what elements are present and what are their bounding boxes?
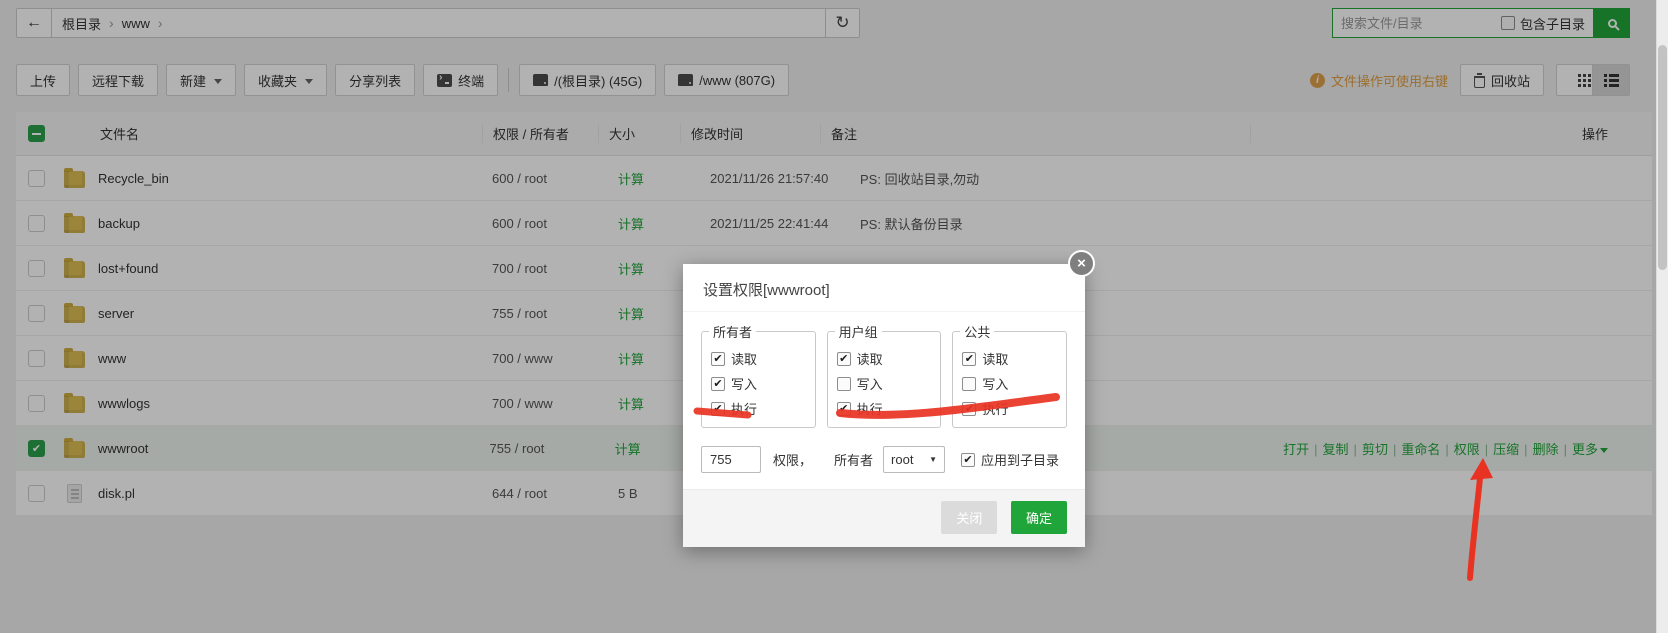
owner-exec-label: 执行 — [731, 402, 758, 417]
public-exec-label: 执行 — [982, 402, 1009, 417]
close-button[interactable]: × — [1068, 250, 1095, 277]
confirm-button[interactable]: 确定 — [1010, 501, 1067, 534]
group-exec-label: 执行 — [856, 402, 883, 417]
group-group-legend: 用户组 — [838, 325, 878, 340]
cancel-button[interactable]: 关闭 — [941, 501, 998, 534]
browser-scrollbar[interactable] — [1656, 0, 1668, 633]
owner-group: 所有者 读取 写入 执行 — [701, 322, 816, 428]
scrollbar-thumb[interactable] — [1658, 45, 1667, 270]
owner-label: 所有者 — [834, 453, 874, 468]
set-permission-dialog: × 设置权限[wwwroot] 所有者 读取 写入 执行 用户组 读取 写入 执… — [683, 250, 1095, 547]
permission-label: 权限， — [773, 453, 813, 468]
public-group: 公共 读取 写入 执行 — [952, 322, 1068, 428]
dialog-title: 设置权限[wwwroot] — [683, 264, 1085, 312]
apply-subdir-checkbox[interactable] — [961, 452, 976, 467]
group-write-checkbox[interactable] — [836, 376, 851, 391]
public-read-label: 读取 — [982, 352, 1009, 367]
group-read-checkbox[interactable] — [836, 351, 851, 366]
owner-read-label: 读取 — [731, 352, 758, 367]
owner-select-value: root — [891, 452, 914, 467]
owner-write-label: 写入 — [731, 377, 758, 392]
owner-read-checkbox[interactable] — [711, 351, 725, 366]
owner-exec-checkbox[interactable] — [711, 401, 725, 416]
apply-subdir-option: 应用到子目录 — [961, 450, 1059, 469]
group-exec-checkbox[interactable] — [836, 401, 851, 416]
owner-group-legend: 所有者 — [713, 325, 753, 340]
public-read-checkbox[interactable] — [962, 351, 977, 366]
group-read-label: 读取 — [856, 352, 883, 367]
public-group-legend: 公共 — [964, 325, 991, 340]
dropdown-arrow-icon: ▼ — [929, 455, 938, 464]
group-group: 用户组 读取 写入 执行 — [826, 322, 942, 428]
permission-groups: 所有者 读取 写入 执行 用户组 读取 写入 执行 公共 读取 写入 执行 — [701, 322, 1068, 428]
public-write-checkbox[interactable] — [962, 376, 977, 391]
permission-form-row: 权限， 所有者 root ▼ 应用到子目录 — [701, 446, 1067, 473]
group-write-label: 写入 — [856, 377, 883, 392]
owner-write-checkbox[interactable] — [711, 376, 725, 391]
permission-value-input[interactable] — [701, 446, 761, 473]
dialog-footer: 关闭 确定 — [683, 489, 1085, 547]
public-write-label: 写入 — [982, 377, 1009, 392]
close-icon: × — [1077, 255, 1086, 272]
public-exec-checkbox[interactable] — [962, 401, 977, 416]
owner-select[interactable]: root ▼ — [883, 446, 946, 473]
apply-subdir-label: 应用到子目录 — [981, 453, 1060, 468]
